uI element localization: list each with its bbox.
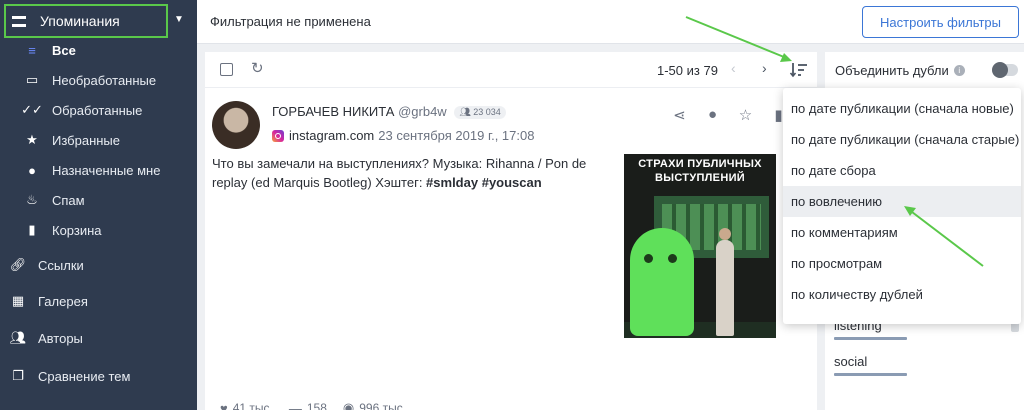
image-caption-line1: СТРАХИ ПУБЛИЧНЫХ [638,158,762,170]
sidebar-item-label: Ссылки [38,257,84,273]
merge-duplicates-label: Объединить дубли [835,63,949,78]
sort-option-comments[interactable]: по комментариям [783,217,1021,248]
star-icon[interactable]: ☆ [729,106,762,124]
sidebar-item-all[interactable]: ≡ Все [0,36,197,64]
sidebar-item-spam[interactable]: ♨ Спам [0,186,197,214]
sort-option-views[interactable]: по просмотрам [783,248,1021,279]
views-count: 996 тыс. [359,401,407,410]
mentions-toolbar: ↻ 1-50 из 79 ‹ › [205,52,817,88]
sidebar-item-processed[interactable]: ✓✓ Обработанные [0,96,197,124]
sidebar-item-label: Назначенные мне [52,162,161,178]
sort-option-date-oldest[interactable]: по дате публикации (сначала старые) [783,124,1021,155]
hashtag[interactable]: #smlday [426,175,478,190]
followers-icon: 👥︎ [459,107,474,118]
sort-option-collection-date[interactable]: по дате сбора [783,155,1021,186]
share-icon[interactable]: ⋖ [663,106,696,124]
compare-icon: ❐ [12,368,24,383]
mention-card[interactable]: ГОРБАЧЕВ НИКИТА @grb4w 👥︎ 23 034 instagr… [205,96,817,410]
double-check-icon: ✓✓ [21,102,43,117]
tag-bar [834,373,907,376]
source-line: instagram.com 23 сентября 2019 г., 17:08 [272,128,534,143]
author-name[interactable]: ГОРБАЧЕВ НИКИТА [272,104,394,119]
sidebar-item-unprocessed[interactable]: ▭ Необработанные [0,66,197,94]
sidebar-item-favorites[interactable]: ★ Избранные [0,126,197,154]
post-date: 23 сентября 2019 г., 17:08 [378,128,535,143]
heart-icon: ♥ [220,400,228,410]
image-mascot [630,228,694,336]
sidebar-section-mentions[interactable]: Упоминания [4,4,168,38]
sort-option-duplicates[interactable]: по количеству дублей [783,279,1021,310]
sidebar-item-label: Сравнение тем [38,368,131,384]
instagram-icon [272,129,284,142]
source-link[interactable]: instagram.com [289,128,374,143]
refresh-icon[interactable]: ↻ [251,59,264,77]
merge-duplicates: Объединить дубли i [835,63,965,78]
likes-count: 41 тыс. [232,401,273,410]
hashtag[interactable]: #youscan [482,175,542,190]
sidebar-item-label: Корзина [52,222,102,238]
assign-user-icon[interactable]: ● [696,106,729,124]
followers-count: 23 034 [473,107,501,118]
sidebar-item-label: Галерея [38,293,88,309]
fire-icon: ♨ [26,192,38,207]
sort-icon[interactable] [789,60,809,80]
filter-status: Фильтрация не применена [210,14,371,29]
tag-item[interactable]: social [834,354,867,369]
tag-bar [834,337,907,340]
sidebar-section-label: Упоминания [40,13,120,29]
sidebar-item-label: Спам [52,192,85,208]
sort-option-engagement[interactable]: по вовлечению [783,186,1021,217]
image-presenter [716,228,734,336]
merge-duplicates-toggle[interactable] [992,62,1018,78]
user-icon: ● [28,162,36,178]
comment-icon: ▬ [288,400,302,410]
star-icon: ★ [26,132,38,147]
sidebar-item-gallery[interactable]: ▦ Галерея [0,287,197,315]
sidebar-item-label: Обработанные [52,102,143,118]
info-icon[interactable]: i [953,65,965,76]
sidebar-item-label: Необработанные [52,72,157,88]
users-icon: 👥︎ [9,330,27,345]
avatar[interactable] [212,101,260,149]
image-caption-line2: ВЫСТУПЛЕНИЙ [655,172,745,184]
sidebar: Упоминания ▼ ≡ Все ▭ Необработанные ✓✓ О… [0,0,197,410]
sidebar-item-label: Все [52,42,76,58]
author-handle[interactable]: @grb4w [398,104,447,119]
mentions-panel: ↻ 1-50 из 79 ‹ › ГОРБАЧЕВ НИКИТА @grb4w … [205,52,817,410]
sort-option-date-newest[interactable]: по дате публикации (сначала новые) [783,93,1021,124]
post-image[interactable]: СТРАХИ ПУБЛИЧНЫХ ВЫСТУПЛЕНИЙ [624,154,776,338]
mentions-icon [12,15,26,27]
sidebar-item-trash[interactable]: ▮ Корзина [0,216,197,244]
post-text: Что вы замечали на выступлениях? Музыка:… [212,154,617,192]
trash-icon: ▮ [28,222,36,237]
author-line: ГОРБАЧЕВ НИКИТА @grb4w 👥︎ 23 034 [272,104,506,120]
sort-dropdown-menu: по дате публикации (сначала новые) по да… [783,88,1021,324]
link-icon: 🔗︎ [9,257,27,272]
sidebar-item-assigned[interactable]: ● Назначенные мне [0,156,197,184]
followers-badge: 👥︎ 23 034 [454,106,506,120]
eye-icon: ◉ [342,400,355,410]
sidebar-item-links[interactable]: 🔗︎ Ссылки [0,251,197,279]
comments-count: 158 [306,401,327,410]
pager-text: 1-50 из 79 [657,63,718,78]
post-stats: ♥ 41 тыс. ▬ 158 ◉ 996 тыс. [220,400,422,410]
next-page-button[interactable]: › [762,60,767,76]
configure-filters-button[interactable]: Настроить фильтры [862,6,1019,38]
post-actions: ⋖ ● ☆ ▮ [663,106,795,124]
sidebar-item-label: Авторы [38,330,83,346]
sidebar-item-label: Избранные [52,132,120,148]
chevron-down-icon[interactable]: ▼ [174,14,184,25]
select-all-checkbox[interactable] [220,63,233,76]
sidebar-item-authors[interactable]: 👥︎ Авторы [0,324,197,352]
gallery-icon: ▦ [11,293,25,308]
sidebar-item-compare[interactable]: ❐ Сравнение тем [0,362,197,390]
all-icon: ≡ [28,42,36,58]
inbox-icon: ▭ [25,72,39,87]
prev-page-button[interactable]: ‹ [731,60,736,76]
top-bar: Фильтрация не применена Настроить фильтр… [197,0,1024,44]
